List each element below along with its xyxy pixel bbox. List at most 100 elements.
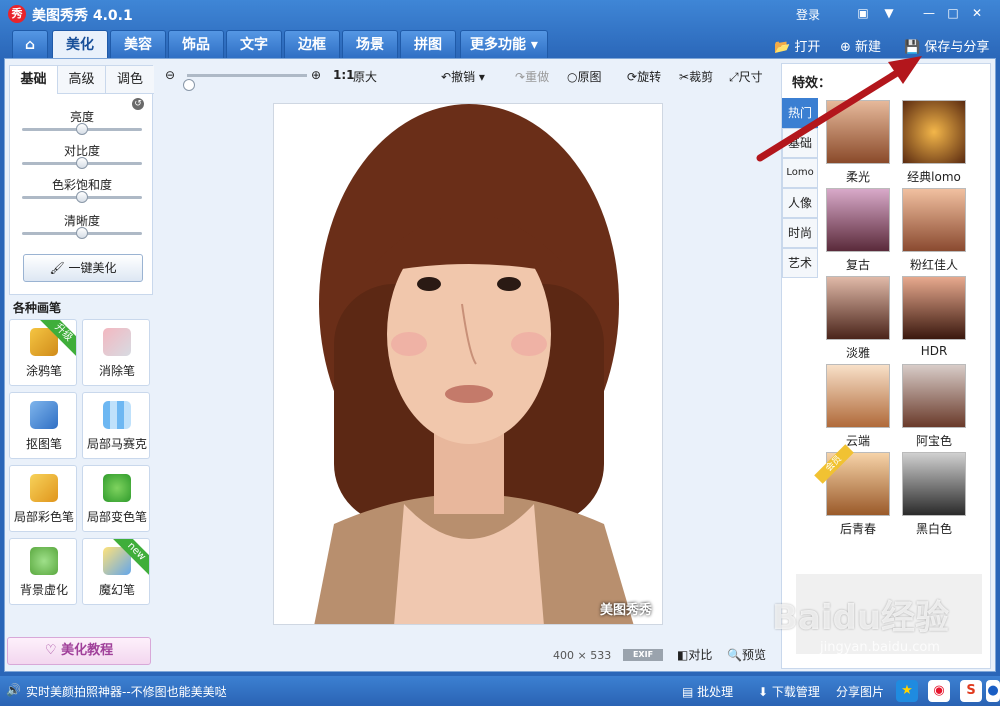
tool-background-blur[interactable]: 背景虚化 <box>9 538 77 605</box>
effect-label: 淡雅 <box>845 346 870 360</box>
open-label: 打开 <box>794 40 821 55</box>
tool-mosaic[interactable]: 局部马赛克 <box>82 392 150 459</box>
actual-size-ratio[interactable]: 1:1 <box>333 68 355 82</box>
rotate-label: 旋转 <box>637 70 662 84</box>
qzone-star-icon[interactable]: ★ <box>896 680 918 702</box>
effect-label: 柔光 <box>845 170 870 184</box>
portrait-photo[interactable]: 美图秀秀 <box>273 103 663 625</box>
tab-beautify[interactable]: 美化 <box>52 30 108 58</box>
download-manager-button[interactable]: ⬇ 下载管理 <box>758 683 820 700</box>
tab-border[interactable]: 边框 <box>284 30 340 58</box>
brightness-slider[interactable] <box>22 123 142 135</box>
tutorial-button[interactable]: ♡ 美化教程 <box>7 637 151 665</box>
tool-doodle-pen[interactable]: 升级 涂鸦笔 <box>9 319 77 386</box>
tab-beauty[interactable]: 美容 <box>110 30 166 58</box>
saturation-slider[interactable] <box>22 191 142 203</box>
exif-button[interactable]: EXIF <box>623 649 663 661</box>
login-link[interactable]: 登录 <box>796 6 820 23</box>
rotate-icon: ⟳ <box>627 70 638 84</box>
fx-tab-portrait[interactable]: 人像 <box>782 188 818 218</box>
portrait-illustration <box>274 104 662 624</box>
more-share-icon[interactable]: ● <box>986 680 1000 702</box>
undo-button[interactable]: ↶撤销 ▾ <box>441 68 485 85</box>
saturation-knob[interactable] <box>76 191 88 203</box>
effect-hdr[interactable]: HDR <box>902 276 966 360</box>
canvas-toolbar: ⊖ ⊕ 1:1 原大 ↶撤销 ▾ ↷重做 ○原图 ⟳旋转 ✂裁剪 ⤢尺寸 <box>161 63 781 91</box>
sharpness-knob[interactable] <box>76 227 88 239</box>
crop-button[interactable]: ✂裁剪 <box>679 68 713 85</box>
paint-bucket-icon <box>103 474 131 502</box>
contrast-slider[interactable] <box>22 157 142 169</box>
adjust-panel: 基础 高级 调色 ↺ 亮度 对比度 色彩饱和度 清晰度 🖌 一键美化 <box>9 65 154 295</box>
one-click-beautify-button[interactable]: 🖌 一键美化 <box>23 254 143 282</box>
sharpness-slider[interactable] <box>22 227 142 239</box>
tool-local-color-pen[interactable]: 局部彩色笔 <box>9 465 77 532</box>
minimize-icon[interactable]: — <box>922 6 936 20</box>
effect-post-youth[interactable]: 会员 后青春 <box>814 444 890 536</box>
effect-pink-lady[interactable]: 粉红佳人 <box>902 188 966 272</box>
weibo-icon[interactable]: ◉ <box>928 680 950 702</box>
tool-label: 局部彩色笔 <box>13 510 74 524</box>
batch-button[interactable]: ▤ 批处理 <box>682 683 733 700</box>
effect-elegant[interactable]: 淡雅 <box>826 276 890 360</box>
effect-soft-light[interactable]: 柔光 <box>826 100 890 184</box>
original-size-button[interactable]: 原大 <box>353 68 377 85</box>
fx-tab-basic[interactable]: 基础 <box>782 128 818 158</box>
fx-tab-fashion[interactable]: 时尚 <box>782 218 818 248</box>
app-title: 美图秀秀 4.0.1 <box>32 8 133 24</box>
fx-tab-hot[interactable]: 热门 <box>782 98 818 128</box>
contrast-knob[interactable] <box>76 157 88 169</box>
brightness-knob[interactable] <box>76 123 88 135</box>
subtab-basic[interactable]: 基础 <box>10 66 58 94</box>
redo-icon: ↷ <box>515 70 526 84</box>
effect-classic-lomo[interactable]: 经典lomo <box>902 100 966 184</box>
rotate-button[interactable]: ⟳旋转 <box>627 68 661 85</box>
canvas-area[interactable]: 美图秀秀 400 × 533 EXIF ◧对比 🔍预览 <box>161 91 781 671</box>
promo-link[interactable]: 实时美颜拍照神器--不修图也能美美哒 <box>26 683 227 700</box>
maximize-icon[interactable]: □ <box>946 6 960 20</box>
original-button[interactable]: ○原图 <box>567 68 602 85</box>
fx-tab-art[interactable]: 艺术 <box>782 248 818 278</box>
save-share-button[interactable]: 💾 保存与分享 <box>904 36 989 55</box>
tool-label: 局部变色笔 <box>86 510 147 524</box>
fx-tab-lomo[interactable]: Lomo <box>782 158 818 188</box>
tool-magic-pen[interactable]: new 魔幻笔 <box>82 538 150 605</box>
tool-cutout-pen[interactable]: 抠图笔 <box>9 392 77 459</box>
zoom-knob[interactable] <box>183 79 195 91</box>
redo-button[interactable]: ↷重做 <box>515 68 549 85</box>
zoom-slider[interactable] <box>183 74 307 91</box>
effect-cloud[interactable]: 云端 <box>826 364 890 448</box>
preview-button[interactable]: 🔍预览 <box>727 646 766 663</box>
effect-abao-color[interactable]: 阿宝色 <box>902 364 966 448</box>
effect-thumbnail <box>902 364 966 428</box>
compare-button[interactable]: ◧对比 <box>677 646 712 663</box>
sohu-icon[interactable]: S <box>960 680 982 702</box>
effect-vintage[interactable]: 复古 <box>826 188 890 272</box>
skin-icon[interactable]: ▼ <box>882 6 896 20</box>
feedback-icon[interactable]: ▣ <box>856 6 870 20</box>
tool-recolor-pen[interactable]: 局部变色笔 <box>82 465 150 532</box>
tab-text[interactable]: 文字 <box>226 30 282 58</box>
new-button[interactable]: ⊕ 新建 <box>840 36 881 55</box>
cutout-pen-icon <box>30 401 58 429</box>
subtab-advanced[interactable]: 高级 <box>58 66 106 94</box>
tab-collage[interactable]: 拼图 <box>400 30 456 58</box>
tab-more[interactable]: 更多功能 ▾ <box>460 30 548 58</box>
effect-black-white[interactable]: 黑白色 <box>902 452 966 536</box>
zoom-in-icon[interactable]: ⊕ <box>311 68 321 82</box>
tab-scene[interactable]: 场景 <box>342 30 398 58</box>
effect-label: 复古 <box>845 258 870 272</box>
tab-home[interactable]: ⌂ <box>12 30 48 58</box>
tab-accessories[interactable]: 饰品 <box>168 30 224 58</box>
tool-eraser-pen[interactable]: 消除笔 <box>82 319 150 386</box>
magic-wand-icon: 🖌 <box>49 261 65 275</box>
preview-label: 预览 <box>741 648 766 662</box>
resize-button[interactable]: ⤢尺寸 <box>729 68 763 85</box>
close-icon[interactable]: ✕ <box>970 6 984 20</box>
zoom-out-icon[interactable]: ⊖ <box>165 68 175 82</box>
share-image-button[interactable]: 分享图片 <box>836 683 884 700</box>
mosaic-icon <box>103 401 131 429</box>
effects-panel: 特效： 热门 基础 Lomo 人像 时尚 艺术 柔光 经典lomo 复古 粉红佳… <box>781 63 991 669</box>
subtab-color[interactable]: 调色 <box>106 66 154 94</box>
open-button[interactable]: 📂 打开 <box>774 36 820 55</box>
